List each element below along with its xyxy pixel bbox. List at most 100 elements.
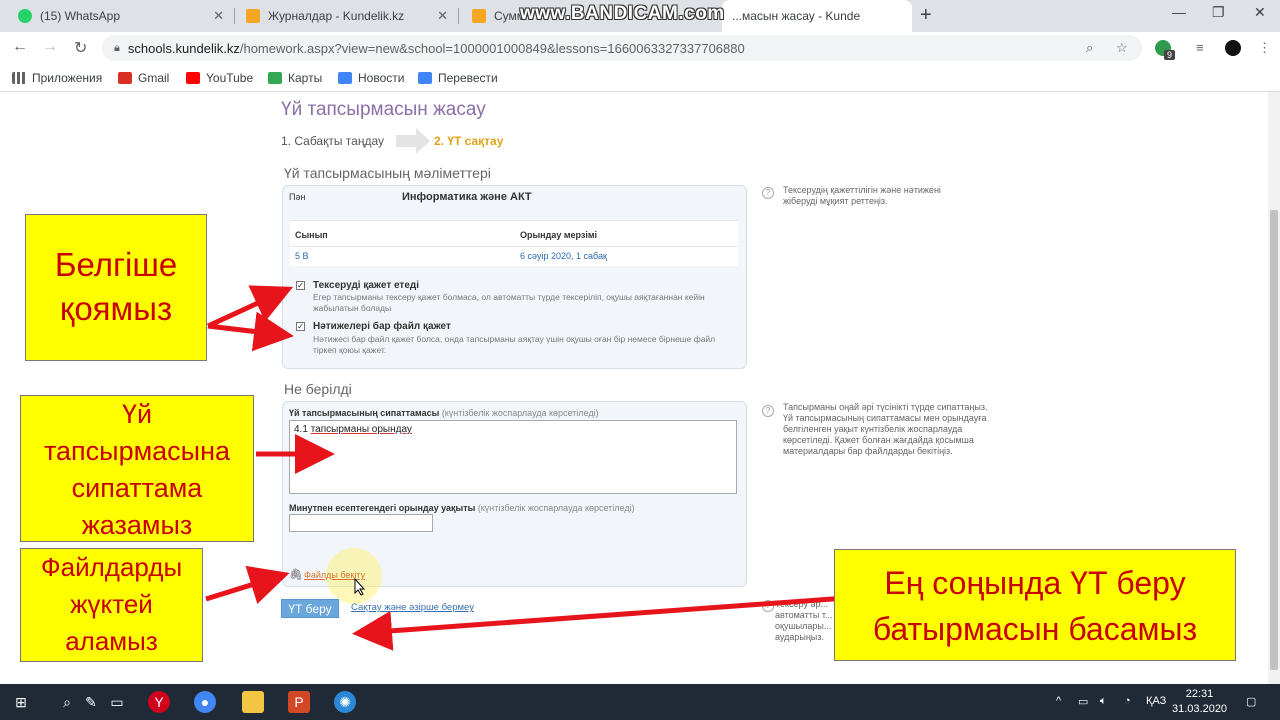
note-line: батырмасын басамыз bbox=[872, 611, 1198, 647]
new-tab-button[interactable]: + bbox=[920, 4, 932, 27]
paperclip-icon: 🖇︎ bbox=[289, 569, 303, 581]
file-explorer-icon[interactable] bbox=[242, 691, 264, 713]
pen-icon[interactable]: ✎ bbox=[80, 691, 102, 713]
system-clock[interactable]: 22:31 31.03.2020 bbox=[1172, 687, 1227, 717]
minutes-input[interactable] bbox=[289, 514, 433, 532]
notifications-icon[interactable]: ▢ bbox=[1246, 695, 1256, 708]
reload-icon[interactable]: ↻ bbox=[74, 38, 87, 58]
forward-arrow-icon[interactable]: → bbox=[42, 38, 58, 56]
due-value: 6 сәуір 2020, 1 сабақ bbox=[520, 251, 607, 261]
network-icon[interactable]: ▭ bbox=[1078, 695, 1088, 708]
note-line: аламыз bbox=[65, 626, 158, 656]
note-line: сипаттама bbox=[71, 473, 203, 503]
kundelik-icon bbox=[246, 9, 260, 23]
description-textarea[interactable]: 4.1 тапсырманы орындау bbox=[289, 420, 737, 494]
minimize-icon[interactable]: — bbox=[1172, 4, 1186, 20]
keyboard-language[interactable]: ҚАЗ bbox=[1146, 695, 1166, 707]
description-label-note: (күнтізбелік жоспарлауда көрсетіледі) bbox=[441, 408, 599, 418]
address-bar[interactable]: 🔒︎ schools.kundelik.kz /homework.aspx?vi… bbox=[102, 35, 1142, 61]
whatsapp-icon bbox=[18, 9, 32, 23]
powerpoint-icon[interactable]: P bbox=[288, 691, 310, 713]
bookmark-label: YouTube bbox=[206, 71, 254, 85]
help-question-icon: ? bbox=[762, 600, 774, 612]
note-line: қоямыз bbox=[59, 290, 173, 327]
menu-dots-icon[interactable]: ⋮ bbox=[1258, 40, 1271, 56]
save-not-give-link[interactable]: Сақтау және әзірше бермеу bbox=[351, 602, 474, 613]
close-icon[interactable]: ✕ bbox=[213, 8, 224, 24]
note-line: жүктей bbox=[70, 589, 153, 619]
news-icon bbox=[338, 72, 352, 84]
bookmark-news[interactable]: Новости bbox=[338, 71, 404, 85]
tray-chevron-icon[interactable]: ^ bbox=[1056, 695, 1061, 707]
close-icon[interactable]: ✕ bbox=[437, 8, 448, 24]
tab-label: Журналдар - Kundelik.kz bbox=[268, 9, 405, 23]
yandex-browser-icon[interactable]: Y bbox=[148, 691, 170, 713]
requires-file-label: Нәтижелері бар файл қажет bbox=[313, 321, 451, 332]
time-label-text: Минутпен есептегендегі орындау уақыты bbox=[289, 503, 476, 513]
help-question-icon: ? bbox=[762, 405, 774, 417]
details-side-hint: Тексерудің қажеттілігін және нәтижені жі… bbox=[783, 185, 941, 206]
url-host: schools.kundelik.kz bbox=[127, 40, 240, 56]
requires-check-label: Тексеруді қажет етеді bbox=[313, 280, 420, 291]
clock-time: 22:31 bbox=[1185, 688, 1214, 700]
back-arrow-icon[interactable]: ← bbox=[12, 38, 28, 56]
windows-start-icon[interactable]: ⊞ bbox=[10, 691, 32, 713]
requires-file-checkbox[interactable]: ✓ bbox=[296, 322, 305, 331]
step-arrow-icon bbox=[396, 128, 430, 154]
tab-kundelik-journals[interactable]: Журналдар - Kundelik.kz ✕ bbox=[236, 0, 458, 32]
tab-homework-active[interactable]: ...масын жасау - Kunde bbox=[722, 0, 912, 32]
profile-avatar[interactable] bbox=[1225, 40, 1241, 56]
youtube-icon bbox=[186, 72, 200, 84]
requires-check-hint: Егер тапсырманы тексеру қажет болмаса, о… bbox=[313, 292, 705, 313]
bookmark-apps[interactable]: Приложения bbox=[12, 71, 102, 85]
note-submit: Ең соңында ҮТ беру батырмасын басамыз bbox=[834, 549, 1236, 661]
task-view-icon[interactable]: ▭ bbox=[106, 691, 128, 713]
step-select-lesson[interactable]: 1. Сабақты таңдау bbox=[281, 134, 384, 148]
close-window-icon[interactable]: ✕ bbox=[1254, 4, 1266, 21]
note-line: Ең соңында ҮТ беру bbox=[884, 565, 1186, 601]
time-label-note: (күнтізбелік жоспарлауда көрсетіледі) bbox=[477, 503, 635, 513]
bookmark-label: Карты bbox=[288, 71, 323, 85]
zoom-search-icon[interactable]: ⌕ bbox=[1086, 40, 1093, 56]
search-icon[interactable]: ⌕ bbox=[56, 691, 78, 713]
description-label: Үй тапсырмасының сипаттамасы (күнтізбелі… bbox=[289, 408, 599, 418]
given-section-title: Не берілді bbox=[284, 381, 352, 397]
bookmark-maps[interactable]: Карты bbox=[268, 71, 322, 85]
class-value: 5 В bbox=[295, 251, 309, 261]
tab-whatsapp[interactable]: (15) WhatsApp ✕ bbox=[8, 0, 234, 32]
tab-divider bbox=[234, 8, 235, 24]
note-description: Үй тапсырмасына сипаттама жазамыз bbox=[20, 395, 254, 542]
class-header: Сынып bbox=[295, 230, 328, 240]
due-header: Орындау мерзімі bbox=[520, 230, 598, 240]
chrome-icon[interactable]: ● bbox=[194, 691, 216, 713]
note-line: Белгіше bbox=[54, 246, 178, 283]
tab-label: ...масын жасау - Kunde bbox=[732, 9, 861, 23]
bookmark-translate[interactable]: Перевести bbox=[418, 71, 498, 85]
step-save-homework: 2. ҮТ сақтау bbox=[434, 134, 504, 148]
tab-summative[interactable]: Сумм bbox=[462, 0, 525, 32]
requires-file-hint: Нәтижесі бар файл қажет болса, онда тапс… bbox=[313, 334, 716, 355]
subject-value: Информатика және АКТ bbox=[402, 191, 532, 203]
give-homework-button[interactable]: ҮТ беру bbox=[281, 599, 339, 618]
scrollbar-thumb[interactable] bbox=[1270, 210, 1278, 670]
page-scrollbar[interactable] bbox=[1268, 92, 1280, 684]
submit-side-hint: Тексеру әр... автоматты т... оқушылары..… bbox=[775, 599, 833, 642]
maximize-icon[interactable]: ❐ bbox=[1212, 4, 1225, 21]
translate-icon bbox=[418, 72, 432, 84]
bookmark-youtube[interactable]: YouTube bbox=[186, 71, 253, 85]
kundelik-icon bbox=[472, 9, 486, 23]
gmail-icon bbox=[118, 72, 132, 84]
description-text-prefix: 4.1 bbox=[294, 424, 311, 435]
bookmark-gmail[interactable]: Gmail bbox=[118, 71, 169, 85]
url-path: /homework.aspx?view=new&school=100000100… bbox=[239, 40, 745, 56]
note-line: тапсырмасына bbox=[43, 436, 231, 466]
app-icon[interactable]: ✺ bbox=[334, 691, 356, 713]
bookmark-label: Приложения bbox=[32, 71, 103, 85]
note-line: Файлдарды bbox=[40, 552, 183, 582]
star-bookmark-icon[interactable]: ☆ bbox=[1116, 40, 1128, 56]
wifi-icon[interactable]: ◔ bbox=[1124, 695, 1131, 707]
media-controls-icon[interactable]: ≡ bbox=[1196, 40, 1204, 55]
given-side-hint: Тапсырманы оңай әрі түсінікті түрде сипа… bbox=[783, 402, 988, 456]
volume-icon[interactable]: 🔈︎ bbox=[1100, 695, 1107, 708]
requires-check-checkbox[interactable]: ✓ bbox=[296, 281, 305, 290]
